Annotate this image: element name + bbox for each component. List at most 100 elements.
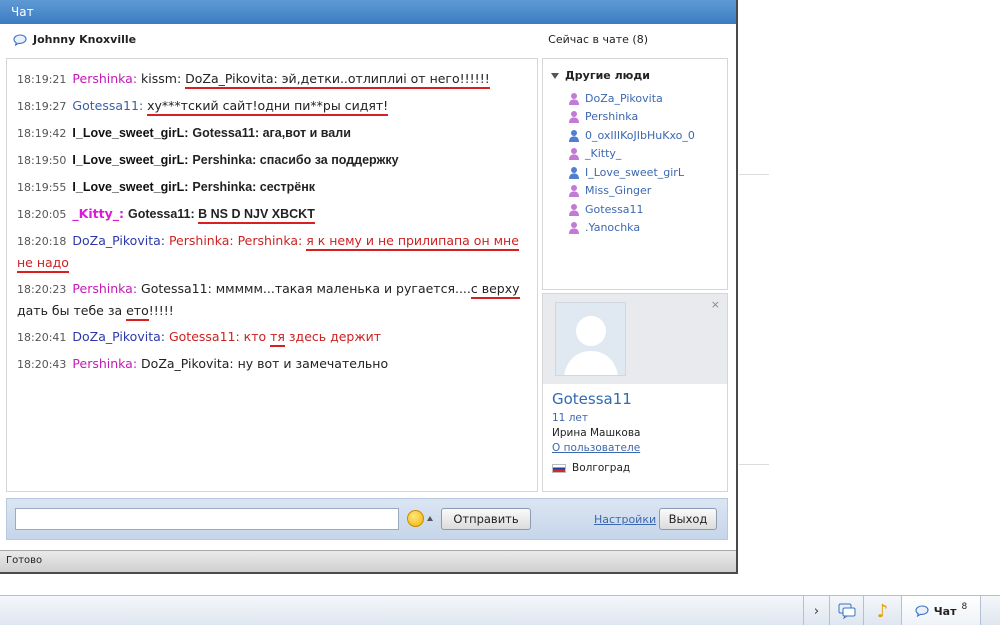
people-list-name[interactable]: .Yanochka <box>585 221 640 234</box>
in-chat-count: Сейчас в чате (8) <box>548 33 648 46</box>
people-list-item[interactable]: .Yanochka <box>568 219 695 238</box>
message-text: DoZa_Pikovita: эй,детки..отлиплиi от нег… <box>185 71 490 89</box>
chat-message: 18:19:21 Pershinka: kissm: DoZa_Pikovita:… <box>7 68 537 90</box>
russia-flag-icon <box>552 463 566 473</box>
smiley-menu-arrow-icon[interactable] <box>427 516 433 521</box>
people-list-name[interactable]: I_Love_sweet_girL <box>585 166 684 179</box>
people-list-name[interactable]: Gotessa11 <box>585 203 644 216</box>
message-text-continued: дать бы тебе за <box>17 303 127 318</box>
chat-message: 18:19:50 I_Love_sweet_girL: Pershinka: сп… <box>7 149 537 171</box>
message-separator: : <box>184 153 189 167</box>
avatar[interactable] <box>555 302 626 376</box>
message-time: 18:20:43 <box>17 358 67 371</box>
people-list-name[interactable]: Pershinka <box>585 110 638 123</box>
people-list-name[interactable]: DoZa_Pikovita <box>585 92 663 105</box>
status-bar: Готово <box>0 550 736 572</box>
settings-link[interactable]: Настройки <box>594 513 656 526</box>
user-icon <box>568 129 580 142</box>
chat-bubble-icon <box>915 605 929 617</box>
message-nick[interactable]: Pershinka <box>72 356 132 371</box>
people-list-name[interactable]: 0_oxIIIKoJIbHuKxo_0 <box>585 129 695 142</box>
message-text-prefix: Pershinka: Pershinka: <box>168 233 307 248</box>
message-text: Pershinka: сестрёнк <box>192 180 316 194</box>
user-icon <box>568 203 580 216</box>
chat-tab[interactable]: Чат 8 <box>901 596 981 625</box>
message-nick[interactable]: Gotessa11 <box>72 98 139 113</box>
message-list: 18:19:21 Pershinka: kissm: DoZa_Pikovita:… <box>6 58 538 492</box>
profile-name[interactable]: Gotessa11 <box>552 390 632 408</box>
smiley-icon[interactable] <box>407 510 424 527</box>
send-button[interactable]: Отправить <box>441 508 531 530</box>
message-nick[interactable]: I_Love_sweet_girL <box>72 180 184 194</box>
message-time: 18:20:23 <box>17 283 67 296</box>
music-note-icon[interactable]: ♪ <box>863 596 901 625</box>
exit-button[interactable]: Выход <box>659 508 717 530</box>
message-nick[interactable]: I_Love_sweet_girL <box>72 153 184 167</box>
messages-icon[interactable] <box>829 596 863 625</box>
message-text-continued: ето <box>126 303 149 321</box>
user-icon <box>568 92 580 105</box>
chevron-right-icon[interactable]: › <box>803 596 829 625</box>
message-time: 18:19:27 <box>17 100 67 113</box>
current-user: Johnny Knoxville <box>13 33 136 46</box>
people-list-item[interactable]: Miss_Ginger <box>568 182 695 201</box>
message-time: 18:19:42 <box>17 127 67 140</box>
people-list-item[interactable]: 0_oxIIIKoJIbHuKxo_0 <box>568 126 695 145</box>
message-input[interactable] <box>15 508 399 530</box>
profile-card: × Gotessa11 11 лет Ирина Машкова О польз… <box>542 293 728 492</box>
chat-message: 18:19:55 I_Love_sweet_girL: Pershinka: се… <box>7 176 537 198</box>
message-text-suffix: здесь держит <box>284 329 382 344</box>
message-nick[interactable]: DoZa_Pikovita <box>72 233 160 248</box>
message-separator: : <box>160 329 165 344</box>
collapse-arrow-icon[interactable] <box>551 72 559 79</box>
current-user-name: Johnny Knoxville <box>33 33 137 46</box>
message-separator: : <box>160 233 165 248</box>
message-nick[interactable]: I_Love_sweet_girL <box>72 126 184 140</box>
message-nick[interactable]: _Kitty_ <box>72 206 119 221</box>
message-text: с верху <box>470 281 520 299</box>
divider <box>739 174 769 175</box>
people-list-item[interactable]: I_Love_sweet_girL <box>568 163 695 182</box>
chat-message: 18:19:27 Gotessa11: ху***тский сайт!одни … <box>7 95 537 117</box>
chat-header: Johnny Knoxville Сейчас в чате (8) <box>0 24 736 56</box>
user-icon <box>568 110 580 124</box>
message-text-continued: не надо <box>17 255 69 273</box>
profile-age: 11 лет <box>552 412 588 424</box>
message-text: ху***тский сайт!одни пи**ры сидят! <box>147 98 389 116</box>
people-list-item[interactable]: Pershinka <box>568 108 695 127</box>
message-text: я к нему и не прилипапа он мне <box>306 233 519 251</box>
people-list-item[interactable]: Gotessa11 <box>568 200 695 219</box>
profile-banner: × <box>543 294 727 384</box>
close-icon[interactable]: × <box>711 298 720 311</box>
people-heading[interactable]: Другие люди <box>551 69 650 82</box>
message-text-prefix: Gotessa11: <box>127 207 199 221</box>
message-separator: : <box>184 126 189 140</box>
message-text: Pershinka: спасибо за поддержку <box>192 153 399 167</box>
people-list-item[interactable]: DoZa_Pikovita <box>568 89 695 108</box>
chat-bubble-icon <box>13 33 27 46</box>
people-list-name[interactable]: Miss_Ginger <box>585 184 651 197</box>
message-separator: : <box>184 180 189 194</box>
message-nick[interactable]: DoZa_Pikovita <box>72 329 160 344</box>
user-icon <box>568 221 580 235</box>
message-separator: : <box>132 356 138 371</box>
window-title: Чат <box>0 0 736 24</box>
people-list-name[interactable]: _Kitty_ <box>585 147 621 160</box>
message-nick[interactable]: Pershinka <box>72 281 132 296</box>
user-icon <box>568 147 580 161</box>
input-bar: Отправить Настройки Выход <box>6 498 728 540</box>
taskbar: › ♪ Чат 8 <box>0 595 1000 625</box>
divider <box>739 464 769 465</box>
message-text: B NS D NJV XBCKT <box>198 207 315 224</box>
user-icon <box>568 166 580 179</box>
message-text: Gotessa11: ага,вот и вали <box>192 126 351 140</box>
message-nick[interactable]: Pershinka <box>72 71 132 86</box>
chat-message: 18:20:18 DoZa_Pikovita: Pershinka: Pershi… <box>7 230 537 273</box>
about-user-link[interactable]: О пользователе <box>552 442 640 454</box>
profile-real-name: Ирина Машкова <box>552 427 641 439</box>
message-time: 18:20:05 <box>17 208 67 221</box>
message-time: 18:19:55 <box>17 181 67 194</box>
people-list-item[interactable]: _Kitty_ <box>568 145 695 164</box>
message-text: тя <box>270 329 285 347</box>
message-text: DoZa_Pikovita: ну вот и замечательно <box>141 356 389 371</box>
